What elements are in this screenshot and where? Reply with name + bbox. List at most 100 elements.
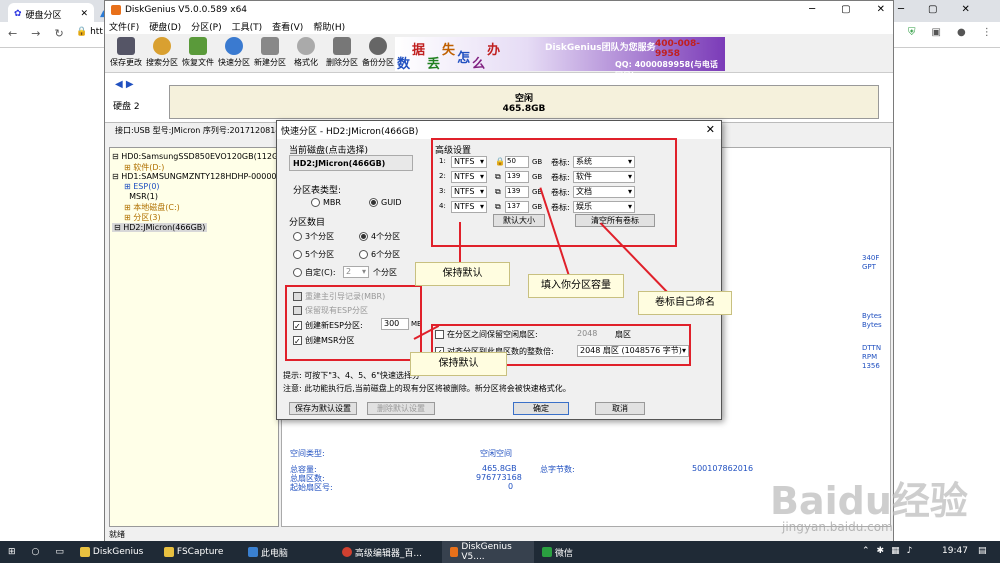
paw-icon: ✿ <box>14 9 22 19</box>
taskbar-item-active[interactable]: DiskGenius V5.... <box>441 541 534 563</box>
minimize-icon[interactable]: ─ <box>809 4 815 15</box>
search-button[interactable]: ○ <box>24 541 48 563</box>
menu-disk[interactable]: 硬盘(D) <box>149 20 181 33</box>
tree-item[interactable]: ⊞ ESP(0) <box>124 182 160 191</box>
format-button[interactable]: 格式化 <box>289 37 323 71</box>
reload-icon[interactable]: ↻ <box>54 27 63 40</box>
free-space-block[interactable]: 空闲 465.8GB <box>169 85 879 119</box>
clock[interactable]: 19:47 <box>942 546 968 556</box>
menu-help[interactable]: 帮助(H) <box>313 20 345 33</box>
computer-icon <box>247 547 258 557</box>
menu-tools[interactable]: 工具(T) <box>232 20 263 33</box>
window-controls: ─ ▢ ✕ <box>898 4 970 15</box>
count-4-radio[interactable]: 4个分区 <box>359 231 400 242</box>
task-view-button[interactable]: ▭ <box>47 541 72 563</box>
close-tab-icon[interactable]: ✕ <box>80 9 88 19</box>
close-icon[interactable]: ✕ <box>877 4 885 15</box>
dialog-titlebar: 快速分区 - HD2:JMicron(466GB) ✕ <box>277 121 721 139</box>
search-icon <box>153 37 171 55</box>
save-default-button[interactable]: 保存为默认设置 <box>289 402 357 415</box>
backup-icon <box>369 37 387 55</box>
count-3-radio[interactable]: 3个分区 <box>293 231 334 242</box>
capacity-value: 465.8GB <box>482 464 517 473</box>
tree-item[interactable]: MSR(1) <box>124 192 158 201</box>
system-tray: ⌃ ✱ ▦ ♪ <box>862 546 912 556</box>
taskbar-item[interactable]: DiskGenius <box>72 541 156 563</box>
callout-enter-capacity: 填入你分区容量 <box>528 274 624 298</box>
more-icon[interactable]: ⋮ <box>982 27 992 38</box>
type-label: 空间类型: <box>290 449 325 458</box>
tree-item[interactable]: ⊞ 分区(3) <box>124 212 161 223</box>
search-partition-button[interactable]: 搜索分区 <box>145 37 179 71</box>
ok-button[interactable]: 确定 <box>513 402 569 415</box>
delete-default-button[interactable]: 删除默认设置 <box>367 402 435 415</box>
banner-phone: 400-008-9958 <box>655 39 701 59</box>
forward-icon[interactable]: → <box>31 27 40 40</box>
tree-item[interactable]: ⊟ HD0:SamsungSSD850EVO120GB(112GB <box>112 152 284 161</box>
menu-partition[interactable]: 分区(P) <box>191 20 221 33</box>
mbr-radio[interactable]: MBR <box>311 198 341 207</box>
taskbar-item[interactable]: 高级编辑器_百... <box>334 541 442 563</box>
menu-file[interactable]: 文件(F) <box>109 20 139 33</box>
taskbar-item[interactable]: FSCapture <box>156 541 240 563</box>
save-button[interactable]: 保存更改 <box>109 37 143 71</box>
maximize-icon[interactable]: ▢ <box>841 4 850 15</box>
callout-keep-default-2: 保持默认 <box>410 352 507 376</box>
close-icon[interactable]: ✕ <box>706 123 715 136</box>
tray-icon[interactable]: ⌃ <box>862 546 870 556</box>
window-titlebar: DiskGenius V5.0.0.589 x64 ─ ▢ ✕ <box>105 1 893 19</box>
app-logo-icon <box>111 5 121 15</box>
arrow <box>459 222 461 266</box>
cancel-button[interactable]: 取消 <box>595 402 645 415</box>
notification-icon[interactable]: ▤ <box>978 546 987 556</box>
callout-keep-default: 保持默认 <box>415 262 510 286</box>
delete-partition-button[interactable]: 删除分区 <box>325 37 359 71</box>
taskbar-item[interactable]: 此电脑 <box>240 541 334 563</box>
bytes-label: 总字节数: <box>540 465 575 474</box>
disk-nav-arrows[interactable]: ◀ ▶ <box>115 79 134 90</box>
tree-item-selected[interactable]: ⊟ HD2:JMicron(466GB) <box>112 223 208 232</box>
recover-files-button[interactable]: 恢复文件 <box>181 37 215 71</box>
save-icon <box>117 37 135 55</box>
backup-partition-button[interactable]: 备份分区 <box>361 37 395 71</box>
count-5-radio[interactable]: 5个分区 <box>293 249 334 260</box>
extension-icon[interactable]: ▣ <box>932 27 941 38</box>
current-disk-field[interactable]: HD2:JMicron(466GB) <box>289 155 413 171</box>
guid-radio[interactable]: GUID <box>369 198 402 207</box>
tree-item[interactable]: ⊟ HD1:SAMSUNGMZNTY128HDHP-00000(1 <box>112 172 285 181</box>
custom-count-radio[interactable]: 自定(C): <box>293 267 336 278</box>
custom-count-select[interactable]: 2 <box>343 266 369 278</box>
panel-edge-texts: 340F GPT Bytes Bytes DTTN RPM 1356 <box>862 254 882 370</box>
profile-icon[interactable]: ● <box>957 27 966 38</box>
count-6-radio[interactable]: 6个分区 <box>359 249 400 260</box>
start-button[interactable]: ⊞ <box>0 541 24 563</box>
taskbar: ⊞ ○ ▭ DiskGenius FSCapture 此电脑 高级编辑器_百..… <box>0 541 1000 563</box>
new-partition-button[interactable]: 新建分区 <box>253 37 287 71</box>
menu-bar: 文件(F) 硬盘(D) 分区(P) 工具(T) 查看(V) 帮助(H) <box>105 19 893 34</box>
ad-banner[interactable]: 数 据 丢 失 怎 么 办 DiskGenius团队为您服务 400-008-9… <box>395 37 725 80</box>
recover-icon <box>189 37 207 55</box>
taskbar-item[interactable]: 微信 <box>534 541 594 563</box>
minimize-icon[interactable]: ─ <box>898 4 904 15</box>
shield-icon[interactable]: ⛨ <box>908 27 916 38</box>
bluetooth-icon[interactable]: ✱ <box>877 546 885 556</box>
folder-icon <box>79 547 90 557</box>
menu-view[interactable]: 查看(V) <box>272 20 303 33</box>
close-icon[interactable]: ✕ <box>961 4 969 15</box>
address-bar[interactable]: 🔒 htt <box>76 27 103 37</box>
start-sector-value: 0 <box>508 482 514 491</box>
wechat-icon <box>541 547 552 557</box>
sectors-value: 976773168 <box>476 473 522 482</box>
start-sector-label: 起始扇区号: <box>290 483 333 492</box>
new-partition-icon <box>261 37 279 55</box>
banner-chars: 数 据 丢 失 怎 么 办 <box>397 43 501 72</box>
banner-brand: DiskGenius团队为您服务 <box>545 43 656 53</box>
format-icon <box>297 37 315 55</box>
network-icon[interactable]: ▦ <box>891 546 900 556</box>
warning-text: 注意: 此功能执行后,当前磁盘上的现有分区将被删除。新分区将会被快速格式化。 <box>283 384 571 393</box>
quick-partition-button[interactable]: 快速分区 <box>217 37 251 71</box>
back-icon[interactable]: ← <box>8 27 17 40</box>
volume-icon[interactable]: ♪ <box>907 546 913 556</box>
maximize-icon[interactable]: ▢ <box>928 4 937 15</box>
toolbar: 保存更改 搜索分区 恢复文件 快速分区 新建分区 格式化 删除分区 备份分区 数… <box>105 35 893 80</box>
